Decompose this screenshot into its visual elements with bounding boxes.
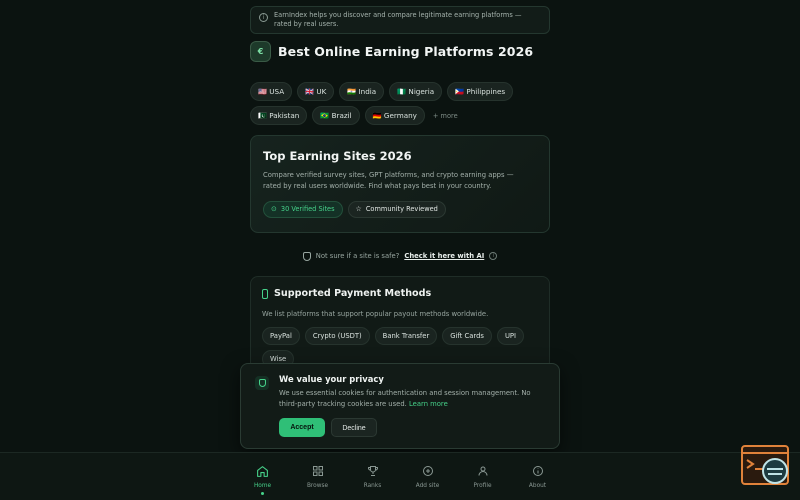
verified-sites-label: 30 Verified Sites [280,205,335,213]
hero-description: Compare verified survey sites, GPT platf… [263,171,514,190]
country-chip-uk[interactable]: 🇬🇧 UK [297,82,335,101]
page-header: € Best Online Earning Platforms 2026 [250,40,550,62]
country-chip-philippines[interactable]: 🇵🇭 Philippines [447,82,514,101]
payment-chip-gift-cards[interactable]: Gift Cards [442,327,492,345]
community-reviewed-badge: ☆ Community Reviewed [347,201,446,218]
hero-card: Top Earning Sites 2026 Compare verified … [250,135,550,233]
payment-chip-bank-transfer[interactable]: Bank Transfer [374,327,438,345]
payment-chip-paypal[interactable]: PayPal [262,327,300,345]
decline-button[interactable]: Decline [331,418,377,437]
hero-title: Top Earning Sites 2026 [263,149,412,163]
payment-chip-crypto[interactable]: Crypto (USDT) [304,327,370,345]
nav-home[interactable]: Home [235,453,290,500]
nav-profile[interactable]: Profile [455,453,510,500]
accept-button[interactable]: Accept [279,418,325,437]
phone-icon [262,288,268,299]
check-site-ai-link[interactable]: Check it here with AI [404,252,484,260]
cookie-title: We value your privacy [279,374,384,384]
grid-icon [311,464,325,478]
country-chip-nigeria[interactable]: 🇳🇬 Nigeria [389,82,443,101]
site-logo-icon[interactable]: € [250,40,271,62]
cookie-consent-dialog: We value your privacy We use essential c… [240,363,560,449]
user-icon [476,464,490,478]
cookie-text: We use essential cookies for authenticat… [279,388,549,410]
safety-check-row: Not sure if a site is safe? Check it her… [250,250,550,262]
info-banner: i EarnIndex helps you discover and compa… [250,6,550,34]
country-chip-india[interactable]: 🇮🇳 India [339,82,385,101]
safety-prompt: Not sure if a site is safe? [315,252,400,260]
plus-circle-icon [421,464,435,478]
trophy-icon [366,464,380,478]
help-widget-icon [741,445,789,485]
nav-ranks[interactable]: Ranks [345,453,400,500]
active-indicator [261,492,264,495]
cookie-body: We use essential cookies for authenticat… [279,389,531,408]
nav-add-site-label: Add site [415,483,440,489]
more-countries-link[interactable]: + more [433,112,458,120]
verified-sites-badge: ⊙ 30 Verified Sites [263,201,343,218]
info-icon[interactable]: i [489,252,498,260]
help-widget-button[interactable] [741,445,791,487]
nav-about-label: About [528,483,547,489]
privacy-shield-icon [255,376,269,390]
nav-about[interactable]: About [510,453,565,500]
home-icon [256,464,270,478]
country-chip-usa[interactable]: 🇺🇸 USA [250,82,293,101]
nav-profile-label: Profile [473,483,492,489]
nav-browse-label: Browse [306,483,329,489]
country-filter-row-1: 🇺🇸 USA 🇬🇧 UK 🇮🇳 India 🇳🇬 Nigeria 🇵🇭 Phil… [250,82,550,101]
info-circle-icon [531,464,545,478]
payment-methods-title: Supported Payment Methods [274,288,432,299]
bottom-navigation: Home Browse Ranks Add site Profile About [0,452,800,500]
payment-chip-upi[interactable]: UPI [496,327,525,345]
info-icon: i [259,13,268,22]
payment-methods-card: Supported Payment Methods We list platfo… [250,276,550,376]
nav-browse[interactable]: Browse [290,453,345,500]
country-chip-brazil[interactable]: 🇧🇷 Brazil [312,106,360,125]
page-title: Best Online Earning Platforms 2026 [278,43,534,59]
country-chip-germany[interactable]: 🇩🇪 Germany [364,106,425,125]
star-icon: ☆ [355,205,362,213]
nav-home-label: Home [253,483,272,489]
check-circle-icon: ⊙ [271,205,277,213]
payment-methods-description: We list platforms that support popular p… [262,310,489,318]
country-filter-row-2: 🇵🇰 Pakistan 🇧🇷 Brazil 🇩🇪 Germany + more [250,106,550,125]
info-banner-text: EarnIndex helps you discover and compare… [274,11,522,28]
shield-icon [302,251,311,261]
country-chip-pakistan[interactable]: 🇵🇰 Pakistan [250,106,308,125]
community-reviewed-label: Community Reviewed [365,205,438,213]
learn-more-link[interactable]: Learn more [409,400,448,408]
nav-add-site[interactable]: Add site [400,453,455,500]
nav-ranks-label: Ranks [363,483,382,489]
